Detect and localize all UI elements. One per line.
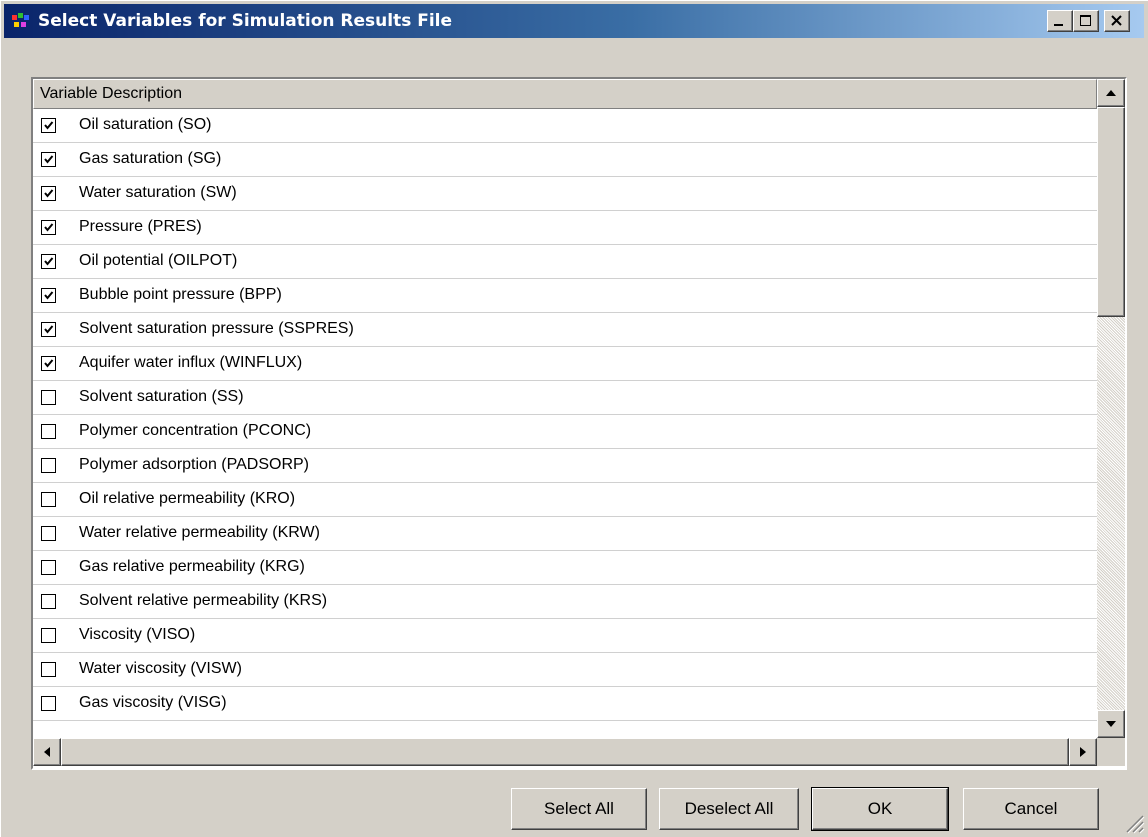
list-item[interactable]: Water relative permeability (KRW): [33, 517, 1097, 551]
resize-grip-icon[interactable]: [1123, 812, 1145, 834]
minimize-button[interactable]: [1047, 10, 1073, 32]
scrollbar-corner: [1097, 738, 1125, 766]
list-item[interactable]: Bubble point pressure (BPP): [33, 279, 1097, 313]
list-item[interactable]: Water viscosity (VISW): [33, 653, 1097, 687]
list-item-label: Gas saturation (SG): [79, 150, 222, 167]
scroll-left-button[interactable]: [33, 738, 61, 766]
list-item[interactable]: Polymer concentration (PCONC): [33, 415, 1097, 449]
list-item-label: Solvent relative permeability (KRS): [79, 592, 328, 609]
checkmark-icon: [44, 359, 54, 368]
list-item[interactable]: Solvent relative permeability (KRS): [33, 585, 1097, 619]
cancel-button[interactable]: Cancel: [963, 788, 1099, 830]
maximize-button[interactable]: [1073, 10, 1099, 32]
list-item-label: Water viscosity (VISW): [79, 660, 242, 677]
list-item-label: Water relative permeability (KRW): [79, 524, 320, 541]
checkbox-unchecked[interactable]: [41, 594, 56, 609]
list-item-label: Pressure (PRES): [79, 218, 202, 235]
checkbox-checked[interactable]: [41, 186, 56, 201]
column-header-label: Variable Description: [40, 85, 182, 102]
close-icon: [1111, 15, 1122, 26]
list-item[interactable]: Viscosity (VISO): [33, 619, 1097, 653]
checkmark-icon: [44, 189, 54, 198]
checkmark-icon: [44, 257, 54, 266]
app-icon: [12, 13, 30, 29]
list-item-label: Bubble point pressure (BPP): [79, 286, 282, 303]
select-all-button[interactable]: Select All: [511, 788, 647, 830]
title-bar[interactable]: Select Variables for Simulation Results …: [4, 4, 1144, 38]
list-item[interactable]: Gas saturation (SG): [33, 143, 1097, 177]
checkmark-icon: [44, 325, 54, 334]
scroll-down-button[interactable]: [1097, 710, 1125, 738]
checkbox-checked[interactable]: [41, 322, 56, 337]
checkbox-unchecked[interactable]: [41, 526, 56, 541]
list-item-label: Oil relative permeability (KRO): [79, 490, 296, 507]
checkbox-unchecked[interactable]: [41, 696, 56, 711]
scroll-right-button[interactable]: [1069, 738, 1097, 766]
checkbox-unchecked[interactable]: [41, 628, 56, 643]
deselect-all-button[interactable]: Deselect All: [659, 788, 799, 830]
list-item-label: Oil potential (OILPOT): [79, 252, 238, 269]
arrow-up-icon: [1106, 90, 1116, 96]
list-item-label: Aquifer water influx (WINFLUX): [79, 354, 303, 371]
ok-button[interactable]: OK: [811, 787, 949, 831]
list-item[interactable]: Oil saturation (SO): [33, 109, 1097, 143]
list-item-label: Water saturation (SW): [79, 184, 237, 201]
close-button[interactable]: [1104, 10, 1130, 32]
list-item-label: Viscosity (VISO): [79, 626, 196, 643]
checkbox-unchecked[interactable]: [41, 458, 56, 473]
scroll-up-button[interactable]: [1097, 79, 1125, 107]
variable-list[interactable]: Variable Description Oil saturation (SO)…: [31, 77, 1127, 770]
checkbox-unchecked[interactable]: [41, 560, 56, 575]
list-item-label: Gas relative permeability (KRG): [79, 558, 305, 575]
minimize-icon: [1054, 24, 1063, 26]
horizontal-scroll-thumb[interactable]: [61, 738, 1069, 766]
checkbox-unchecked[interactable]: [41, 424, 56, 439]
window-title: Select Variables for Simulation Results …: [38, 11, 453, 31]
checkmark-icon: [44, 223, 54, 232]
checkbox-unchecked[interactable]: [41, 390, 56, 405]
checkbox-unchecked[interactable]: [41, 492, 56, 507]
checkbox-checked[interactable]: [41, 254, 56, 269]
checkbox-checked[interactable]: [41, 118, 56, 133]
list-item-label: Oil saturation (SO): [79, 116, 212, 133]
dialog-window: Select Variables for Simulation Results …: [0, 0, 1148, 837]
checkbox-checked[interactable]: [41, 220, 56, 235]
list-item[interactable]: Pressure (PRES): [33, 211, 1097, 245]
checkmark-icon: [44, 121, 54, 130]
list-item-label: Polymer concentration (PCONC): [79, 422, 312, 439]
list-item-label: Polymer adsorption (PADSORP): [79, 456, 309, 473]
arrow-left-icon: [44, 747, 50, 757]
vertical-scroll-thumb[interactable]: [1097, 107, 1125, 317]
list-item[interactable]: Polymer adsorption (PADSORP): [33, 449, 1097, 483]
list-item-label: Gas viscosity (VISG): [79, 694, 227, 711]
maximize-icon: [1080, 15, 1091, 26]
list-item[interactable]: Water saturation (SW): [33, 177, 1097, 211]
list-item[interactable]: Oil relative permeability (KRO): [33, 483, 1097, 517]
arrow-down-icon: [1106, 721, 1116, 727]
column-header-variable-description[interactable]: Variable Description: [33, 79, 1097, 109]
list-item-label: Solvent saturation pressure (SSPRES): [79, 320, 354, 337]
checkbox-unchecked[interactable]: [41, 662, 56, 677]
horizontal-scrollbar[interactable]: [33, 738, 1097, 766]
checkbox-checked[interactable]: [41, 152, 56, 167]
checkbox-checked[interactable]: [41, 356, 56, 371]
checkmark-icon: [44, 155, 54, 164]
list-item[interactable]: Solvent saturation (SS): [33, 381, 1097, 415]
checkbox-checked[interactable]: [41, 288, 56, 303]
list-item[interactable]: Oil potential (OILPOT): [33, 245, 1097, 279]
list-item[interactable]: Gas relative permeability (KRG): [33, 551, 1097, 585]
checkmark-icon: [44, 291, 54, 300]
vertical-scrollbar[interactable]: [1097, 79, 1125, 738]
arrow-right-icon: [1080, 747, 1086, 757]
list-item[interactable]: Aquifer water influx (WINFLUX): [33, 347, 1097, 381]
list-item[interactable]: Solvent saturation pressure (SSPRES): [33, 313, 1097, 347]
list-item-label: Solvent saturation (SS): [79, 388, 244, 405]
list-item[interactable]: Gas viscosity (VISG): [33, 687, 1097, 721]
